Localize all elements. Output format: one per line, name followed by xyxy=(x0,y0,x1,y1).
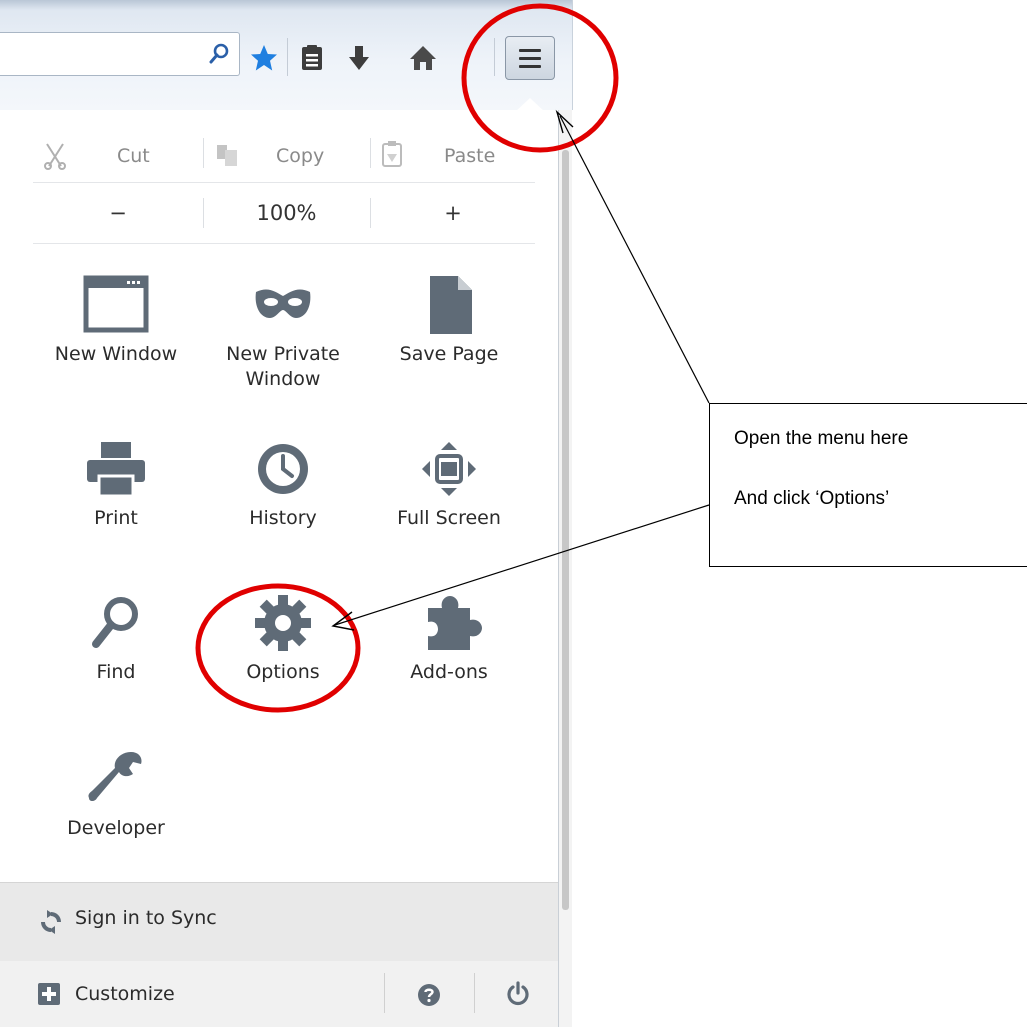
menu-footer: Customize xyxy=(0,961,558,1027)
copy-label: Copy xyxy=(276,145,325,167)
history-label: History xyxy=(249,507,317,529)
copy-icon xyxy=(217,145,237,166)
cut-button[interactable]: Cut xyxy=(33,132,203,182)
open-menu-button[interactable] xyxy=(505,36,555,80)
new-window-icon xyxy=(83,275,149,333)
paste-icon xyxy=(382,141,402,167)
save-page-label: Save Page xyxy=(399,343,499,365)
save-page-button[interactable]: Save Page xyxy=(369,274,529,367)
hamburger-menu-icon xyxy=(519,49,541,52)
toolbar-separator xyxy=(287,38,288,76)
options-button[interactable]: Options xyxy=(203,592,363,685)
find-label: Find xyxy=(96,661,136,683)
add-ons-button[interactable]: Add-ons xyxy=(369,592,529,685)
puzzle-icon xyxy=(428,596,482,650)
reading-list-icon[interactable] xyxy=(298,44,326,72)
sync-icon xyxy=(41,910,61,934)
new-private-line2: Window xyxy=(245,368,321,390)
gear-icon xyxy=(255,595,311,651)
full-screen-button[interactable]: Full Screen xyxy=(369,438,529,531)
callout-line-2: And click ‘Options’ xyxy=(734,488,890,509)
zoom-out-button[interactable]: − xyxy=(33,188,203,238)
footer-separator xyxy=(384,973,385,1013)
zoom-controls: − 100% + xyxy=(33,188,535,244)
print-button[interactable]: Print xyxy=(36,438,196,531)
toolbar-separator xyxy=(494,38,495,76)
footer-separator xyxy=(474,973,475,1013)
print-label: Print xyxy=(94,507,138,529)
download-icon[interactable] xyxy=(345,44,373,72)
new-window-label: New Window xyxy=(54,343,178,365)
plus-box-icon xyxy=(38,983,60,1005)
history-button[interactable]: History xyxy=(203,438,363,531)
customize-label: Customize xyxy=(75,983,175,1005)
options-label: Options xyxy=(246,661,320,683)
star-icon[interactable] xyxy=(250,44,278,72)
mask-icon xyxy=(255,289,311,318)
find-button[interactable]: Find xyxy=(36,592,196,685)
new-private-window-button[interactable]: New Private Window xyxy=(203,274,363,392)
page-icon xyxy=(430,276,472,334)
paste-button[interactable]: Paste xyxy=(371,132,535,182)
zoom-reset-button[interactable]: 100% xyxy=(204,188,369,238)
hamburger-bar xyxy=(519,65,541,68)
search-bar[interactable] xyxy=(0,32,240,76)
customize-button[interactable]: Customize xyxy=(0,961,384,1027)
power-icon[interactable] xyxy=(505,981,531,1007)
callout-line-1: Open the menu here xyxy=(734,428,909,449)
wrench-icon xyxy=(88,752,142,801)
home-icon[interactable] xyxy=(409,44,437,72)
full-screen-label: Full Screen xyxy=(397,507,501,529)
annotation-callout: Open the menu here And click ‘Options’ xyxy=(709,403,1027,567)
edit-controls: Cut Copy Paste xyxy=(33,132,535,183)
scrollbar-thumb[interactable] xyxy=(562,150,569,910)
cut-label: Cut xyxy=(117,145,150,167)
copy-button[interactable]: Copy xyxy=(204,132,369,182)
sign-in-to-sync-button[interactable]: Sign in to Sync xyxy=(0,882,558,962)
clock-icon xyxy=(258,444,308,494)
help-icon[interactable] xyxy=(417,983,441,1007)
search-icon[interactable] xyxy=(209,43,229,65)
navigation-toolbar xyxy=(0,0,573,110)
printer-icon xyxy=(87,442,145,498)
scrollbar[interactable] xyxy=(559,110,572,1027)
arrow-to-menu xyxy=(559,115,710,404)
developer-button[interactable]: Developer xyxy=(36,748,196,841)
cut-icon xyxy=(44,143,66,170)
new-window-button[interactable]: New Window xyxy=(36,274,196,367)
paste-label: Paste xyxy=(444,145,496,167)
fullscreen-icon xyxy=(422,442,476,496)
zoom-in-button[interactable]: + xyxy=(371,188,535,238)
new-private-window-label: New Private Window xyxy=(203,342,363,392)
add-ons-label: Add-ons xyxy=(410,661,488,683)
hamburger-bar xyxy=(519,57,541,60)
magnifier-icon xyxy=(92,597,138,648)
new-private-line1: New Private xyxy=(226,343,340,365)
developer-label: Developer xyxy=(67,817,165,839)
sync-label: Sign in to Sync xyxy=(75,907,217,929)
